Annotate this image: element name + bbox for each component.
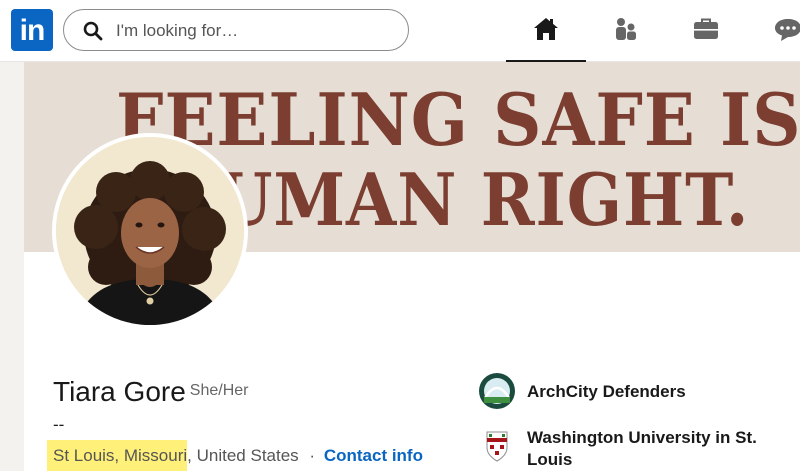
- washu-shield-icon: [486, 431, 508, 462]
- chat-icon: [775, 19, 800, 41]
- people-icon: [616, 18, 636, 40]
- banner-text-line1: FEELING SAFE IS: [116, 77, 800, 162]
- nav-home[interactable]: [506, 0, 586, 63]
- org-name: Washington University in St. Louis: [527, 427, 757, 471]
- location-country: , United States: [187, 446, 299, 465]
- nav-network[interactable]: [586, 0, 666, 62]
- search-bar[interactable]: [63, 9, 409, 51]
- org-washington-university[interactable]: Washington University in St. Louis: [478, 426, 798, 470]
- archcity-logo-icon: [479, 373, 515, 409]
- banner-text-line2: UMAN RIGHT.: [216, 157, 750, 242]
- linkedin-logo[interactable]: in: [11, 9, 53, 51]
- search-input[interactable]: [114, 16, 398, 46]
- nav-jobs[interactable]: [666, 0, 746, 62]
- location-highlighted: St Louis, Missouri: [47, 440, 188, 471]
- profile-photo: [56, 137, 244, 325]
- search-icon: [83, 21, 103, 41]
- profile-name: Tiara Gore: [53, 376, 186, 407]
- profile-location: St Louis, Missouri, United States · Cont…: [47, 440, 423, 471]
- org-name: ArchCity Defenders: [527, 382, 686, 401]
- profile-pronouns: She/Her: [189, 382, 249, 399]
- left-gutter: [0, 62, 24, 471]
- org-archcity-defenders[interactable]: ArchCity Defenders: [478, 372, 798, 410]
- top-nav: in: [0, 0, 800, 63]
- org-name-line2: Louis: [527, 450, 573, 469]
- briefcase-icon: [694, 18, 718, 39]
- org-name-line1: Washington University in St.: [527, 428, 757, 447]
- nav-messaging[interactable]: [746, 0, 800, 62]
- contact-info-link[interactable]: Contact info: [324, 446, 423, 465]
- home-icon: [534, 18, 558, 40]
- name-row: Tiara Gore She/Her: [53, 376, 248, 408]
- profile-avatar[interactable]: [52, 133, 248, 329]
- profile-headline: --: [53, 415, 65, 434]
- separator-dot: ·: [309, 446, 316, 465]
